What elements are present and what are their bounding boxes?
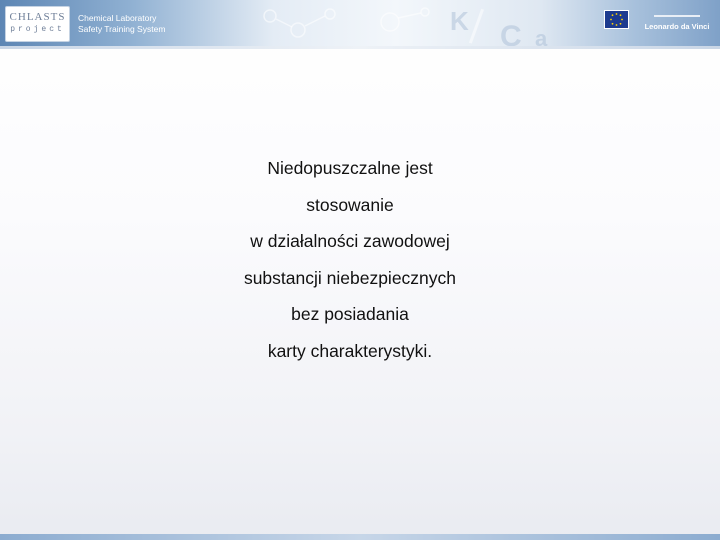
- system-title-line2: Safety Training System: [78, 24, 166, 34]
- body-line: stosowanie: [306, 194, 394, 215]
- system-title: Chemical Laboratory Safety Training Syst…: [78, 13, 165, 35]
- header-banner: K C a CHLASTS project Chemical Laborator…: [0, 0, 720, 46]
- molecule-decoration-icon: K C a: [263, 6, 548, 46]
- system-title-line1: Chemical Laboratory: [78, 13, 157, 23]
- body-line: Niedopuszczalne jest: [267, 158, 433, 178]
- ldv-decoration: [654, 15, 700, 17]
- body-line: karty charakterystyki.: [267, 340, 433, 361]
- banner-divider: [0, 46, 720, 49]
- partner-label: Leonardo da Vinci: [644, 22, 710, 31]
- slide-body: Niedopuszczalne jest stosowanie w działa…: [200, 150, 500, 369]
- logo-name: CHLASTS: [9, 11, 66, 23]
- svg-text:C: C: [500, 20, 522, 46]
- body-line: bez posiadania: [291, 304, 409, 324]
- body-line: w działalności zawodowej: [250, 231, 450, 251]
- logo-subtitle: project: [10, 25, 65, 34]
- eu-stars-icon: [610, 13, 623, 26]
- svg-text:a: a: [535, 26, 548, 46]
- eu-flag-icon: [604, 10, 629, 29]
- footer-bar: [0, 534, 720, 540]
- chlasts-logo: CHLASTS project: [5, 6, 70, 42]
- leonardo-da-vinci-logo: Leonardo da Vinci: [640, 6, 714, 36]
- body-line: substancji niebezpiecznych: [243, 267, 457, 288]
- slide: K C a CHLASTS project Chemical Laborator…: [0, 0, 720, 540]
- svg-text:K: K: [450, 6, 469, 36]
